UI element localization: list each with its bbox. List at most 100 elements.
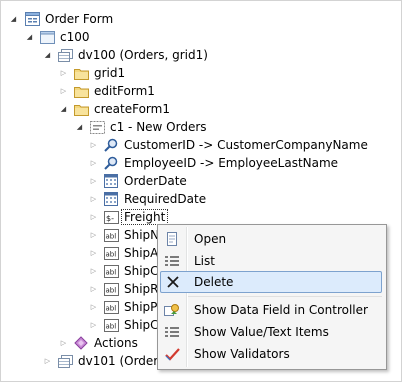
text-field-icon: abl (103, 317, 119, 333)
tree-node-label: c100 (60, 30, 90, 44)
menu-item-label: Open (194, 232, 227, 246)
expand-arrow-icon[interactable]: ▷ (89, 195, 98, 204)
menu-item-delete[interactable]: Delete (160, 271, 382, 293)
folder-icon (73, 83, 89, 99)
context-menu: Open List Delete Show Data Field in Cont… (157, 224, 387, 370)
tree-node-label: editForm1 (94, 84, 155, 98)
tree-node-field[interactable]: ▷ OrderDate (89, 172, 187, 190)
text-field-icon: abl (103, 299, 119, 315)
tree-node-c1[interactable]: ◢ c1 - New Orders (75, 118, 207, 136)
expand-arrow-icon[interactable]: ▷ (89, 141, 98, 150)
delete-icon (161, 271, 185, 293)
expand-arrow-icon[interactable]: ▷ (59, 339, 68, 348)
tree-node-label: OrderDate (124, 174, 187, 188)
project-explorer-tree: ◢ Order Form ◢ c100 ◢ dv100 (Orders, gri… (0, 0, 402, 382)
value-text-icon (160, 321, 184, 343)
menu-item-open[interactable]: Open (160, 228, 382, 250)
folder-icon (73, 65, 89, 81)
svg-text:abl: abl (105, 268, 116, 276)
data-view-icon (57, 47, 73, 63)
collapse-arrow-icon[interactable]: ◢ (43, 51, 52, 60)
expand-arrow-icon[interactable]: ▷ (89, 321, 98, 330)
open-icon (160, 228, 184, 250)
tree-node-label: Order Form (45, 12, 114, 26)
expand-arrow-icon[interactable]: ▷ (43, 357, 52, 366)
collapse-arrow-icon[interactable]: ◢ (25, 33, 34, 42)
tree-node-field[interactable]: ▷ abl ShipPo (89, 298, 165, 316)
tree-node-editform1[interactable]: ▷ editForm1 (59, 82, 155, 100)
tree-node-order-form[interactable]: ◢ Order Form (9, 10, 113, 28)
tree-node-label: RequiredDate (124, 192, 207, 206)
tree-node-label: grid1 (94, 66, 126, 80)
tree-node-field[interactable]: ▷ RequiredDate (89, 190, 206, 208)
calendar-icon (103, 173, 119, 189)
menu-item-label: Delete (194, 275, 234, 289)
collapse-arrow-icon[interactable]: ◢ (9, 15, 18, 24)
tree-node-field[interactable]: ▷ abl ShipCo (89, 316, 166, 334)
folder-icon (73, 101, 89, 117)
menu-item-show-data-field[interactable]: Show Data Field in Controller (160, 299, 382, 321)
tree-node-label: dv100 (Orders, grid1) (78, 48, 208, 62)
menu-item-label: Show Data Field in Controller (194, 303, 368, 317)
menu-item-list[interactable]: List (160, 250, 382, 272)
tree-node-field[interactable]: ▷ EmployeeID -> EmployeeLastName (89, 154, 338, 172)
svg-text:abl: abl (105, 232, 116, 240)
category-icon (89, 119, 105, 135)
menu-item-show-value-text[interactable]: Show Value/Text Items (160, 321, 382, 343)
svg-text:$-: $- (106, 214, 114, 223)
text-field-icon: abl (103, 263, 119, 279)
menu-item-label: Show Validators (194, 347, 290, 361)
data-view-icon (57, 353, 73, 369)
menu-separator (188, 296, 382, 297)
expand-arrow-icon[interactable]: ▷ (89, 303, 98, 312)
container-icon (39, 29, 55, 45)
text-field-icon: abl (103, 227, 119, 243)
tree-node-field[interactable]: ▷ abl ShipNa (89, 226, 167, 244)
tree-node-dv100[interactable]: ◢ dv100 (Orders, grid1) (43, 46, 208, 64)
lookup-icon (103, 137, 119, 153)
tree-node-label: createForm1 (94, 102, 170, 116)
currency-field-icon: $- (103, 209, 119, 225)
expand-arrow-icon[interactable]: ▷ (89, 213, 98, 222)
expand-arrow-icon[interactable]: ▷ (89, 285, 98, 294)
list-icon (160, 250, 184, 272)
tree-node-label: EmployeeID -> EmployeeLastName (124, 156, 339, 170)
validators-icon (160, 343, 184, 365)
expand-arrow-icon[interactable]: ▷ (89, 249, 98, 258)
svg-text:abl: abl (105, 286, 116, 294)
text-field-icon: abl (103, 245, 119, 261)
menu-item-label: Show Value/Text Items (194, 325, 329, 339)
lookup-icon (103, 155, 119, 171)
tree-node-field[interactable]: ▷ abl ShipAd (89, 244, 166, 262)
menu-item-label: List (194, 254, 215, 268)
tree-node-grid1[interactable]: ▷ grid1 (59, 64, 125, 82)
tree-node-field[interactable]: ▷ abl ShipCit (89, 262, 167, 280)
expand-arrow-icon[interactable]: ▷ (89, 231, 98, 240)
svg-text:abl: abl (105, 322, 116, 330)
tree-node-actions[interactable]: ▷ Actions (59, 334, 138, 352)
collapse-arrow-icon[interactable]: ◢ (59, 105, 68, 114)
expand-arrow-icon[interactable]: ▷ (59, 69, 68, 78)
controller-icon (160, 299, 184, 321)
menu-item-show-validators[interactable]: Show Validators (160, 343, 382, 365)
tree-node-label: Actions (94, 336, 138, 350)
tree-node-field[interactable]: ▷ abl ShipRe (89, 280, 166, 298)
collapse-arrow-icon[interactable]: ◢ (75, 123, 84, 132)
tree-node-label: c1 - New Orders (110, 120, 207, 134)
tree-node-label: CustomerID -> CustomerCompanyName (124, 138, 368, 152)
calendar-icon (103, 191, 119, 207)
expand-arrow-icon[interactable]: ▷ (59, 87, 68, 96)
tree-node-createform1[interactable]: ◢ createForm1 (59, 100, 170, 118)
text-field-icon: abl (103, 281, 119, 297)
actions-icon (73, 335, 89, 351)
tree-node-c100[interactable]: ◢ c100 (25, 28, 90, 46)
tree-node-field[interactable]: ▷ CustomerID -> CustomerCompanyName (89, 136, 368, 154)
tree-node-dv101[interactable]: ▷ dv101 (OrderDe (43, 352, 175, 370)
svg-text:abl: abl (105, 304, 116, 312)
tree-node-label: Freight (121, 209, 169, 225)
expand-arrow-icon[interactable]: ▷ (89, 177, 98, 186)
expand-arrow-icon[interactable]: ▷ (89, 267, 98, 276)
expand-arrow-icon[interactable]: ▷ (89, 159, 98, 168)
form-icon (24, 11, 40, 27)
svg-text:abl: abl (105, 250, 116, 258)
